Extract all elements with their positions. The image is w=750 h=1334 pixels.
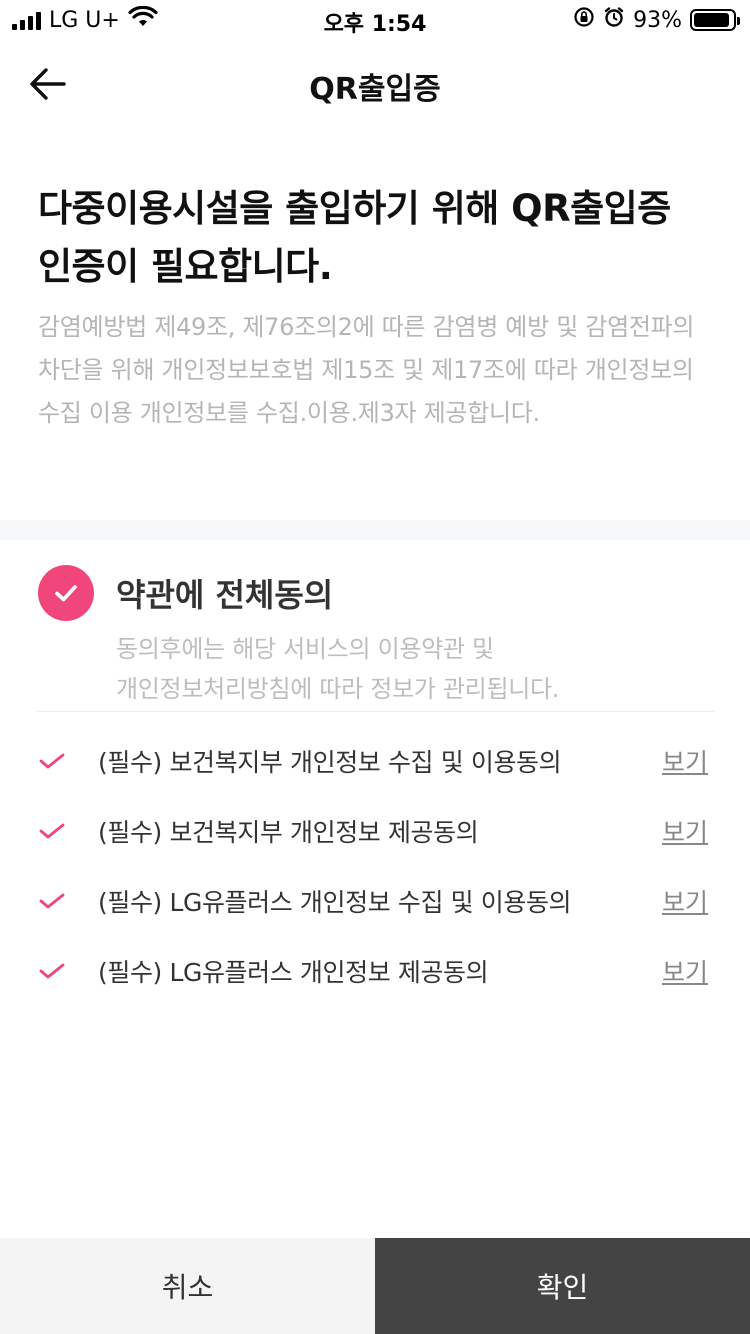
term-view-link[interactable]: 보기 <box>662 813 708 849</box>
battery-fill <box>694 13 730 27</box>
intro-section: 다중이용시설을 출입하기 위해 QR출입증 인증이 필요합니다. 감염예방법 제… <box>38 180 718 435</box>
status-right: 93% <box>573 6 740 34</box>
term-check-icon[interactable] <box>38 819 82 843</box>
term-label: (필수) 보건복지부 개인정보 제공동의 <box>98 818 479 847</box>
term-check-icon[interactable] <box>38 749 82 773</box>
divider-line <box>36 711 714 712</box>
term-view-link[interactable]: 보기 <box>662 953 708 989</box>
agree-all-toggle[interactable]: 약관에 전체동의 <box>38 565 714 621</box>
agree-all-section: 약관에 전체동의 동의후에는 해당 서비스의 이용약관 및 개인정보처리방침에 … <box>38 565 714 709</box>
term-view-link[interactable]: 보기 <box>662 743 708 779</box>
term-check-icon[interactable] <box>38 889 82 913</box>
term-item: (필수) 보건복지부 개인정보 제공동의 보기 <box>38 796 714 866</box>
term-item: (필수) LG유플러스 개인정보 제공동의 보기 <box>38 936 714 1006</box>
headline: 다중이용시설을 출입하기 위해 QR출입증 인증이 필요합니다. <box>38 180 718 296</box>
agree-all-description: 동의후에는 해당 서비스의 이용약관 및 개인정보처리방침에 따라 정보가 관리… <box>116 629 714 709</box>
headline-line-2: 인증이 필요합니다. <box>38 245 333 288</box>
rotation-lock-icon <box>573 6 595 34</box>
agree-all-label: 약관에 전체동의 <box>116 576 334 614</box>
agree-all-description-line-1: 동의후에는 해당 서비스의 이용약관 및 <box>116 635 494 663</box>
term-item: (필수) 보건복지부 개인정보 수집 및 이용동의 보기 <box>38 726 714 796</box>
term-label: (필수) 보건복지부 개인정보 수집 및 이용동의 <box>98 748 562 777</box>
status-bar: LG U+ 오후 1:54 93% <box>0 0 750 40</box>
confirm-button[interactable]: 확인 <box>375 1238 750 1334</box>
battery-icon <box>690 9 740 31</box>
intro-description: 감염예방법 제49조, 제76조의2에 따른 감염병 예방 및 감염전파의 차단… <box>38 313 695 427</box>
agree-all-description-line-2: 개인정보처리방침에 따라 정보가 관리됩니다. <box>116 675 560 703</box>
term-view-link[interactable]: 보기 <box>662 883 708 919</box>
battery-percent: 93% <box>633 7 682 33</box>
cancel-button[interactable]: 취소 <box>0 1238 375 1334</box>
check-icon <box>55 585 77 602</box>
section-divider <box>0 520 750 540</box>
term-check-icon[interactable] <box>38 959 82 983</box>
term-label: (필수) LG유플러스 개인정보 수집 및 이용동의 <box>98 888 572 917</box>
check-circle-icon[interactable] <box>38 565 94 621</box>
nav-bar: QR출입증 <box>0 42 750 126</box>
term-label: (필수) LG유플러스 개인정보 제공동의 <box>98 958 489 987</box>
headline-line-1: 다중이용시설을 출입하기 위해 QR출입증 <box>38 187 671 230</box>
page-title: QR출입증 <box>309 72 441 107</box>
alarm-icon <box>603 6 625 34</box>
bottom-action-bar: 취소 확인 <box>0 1238 750 1334</box>
terms-list: (필수) 보건복지부 개인정보 수집 및 이용동의 보기 (필수) 보건복지부 … <box>38 726 714 1006</box>
term-item: (필수) LG유플러스 개인정보 수집 및 이용동의 보기 <box>38 866 714 936</box>
